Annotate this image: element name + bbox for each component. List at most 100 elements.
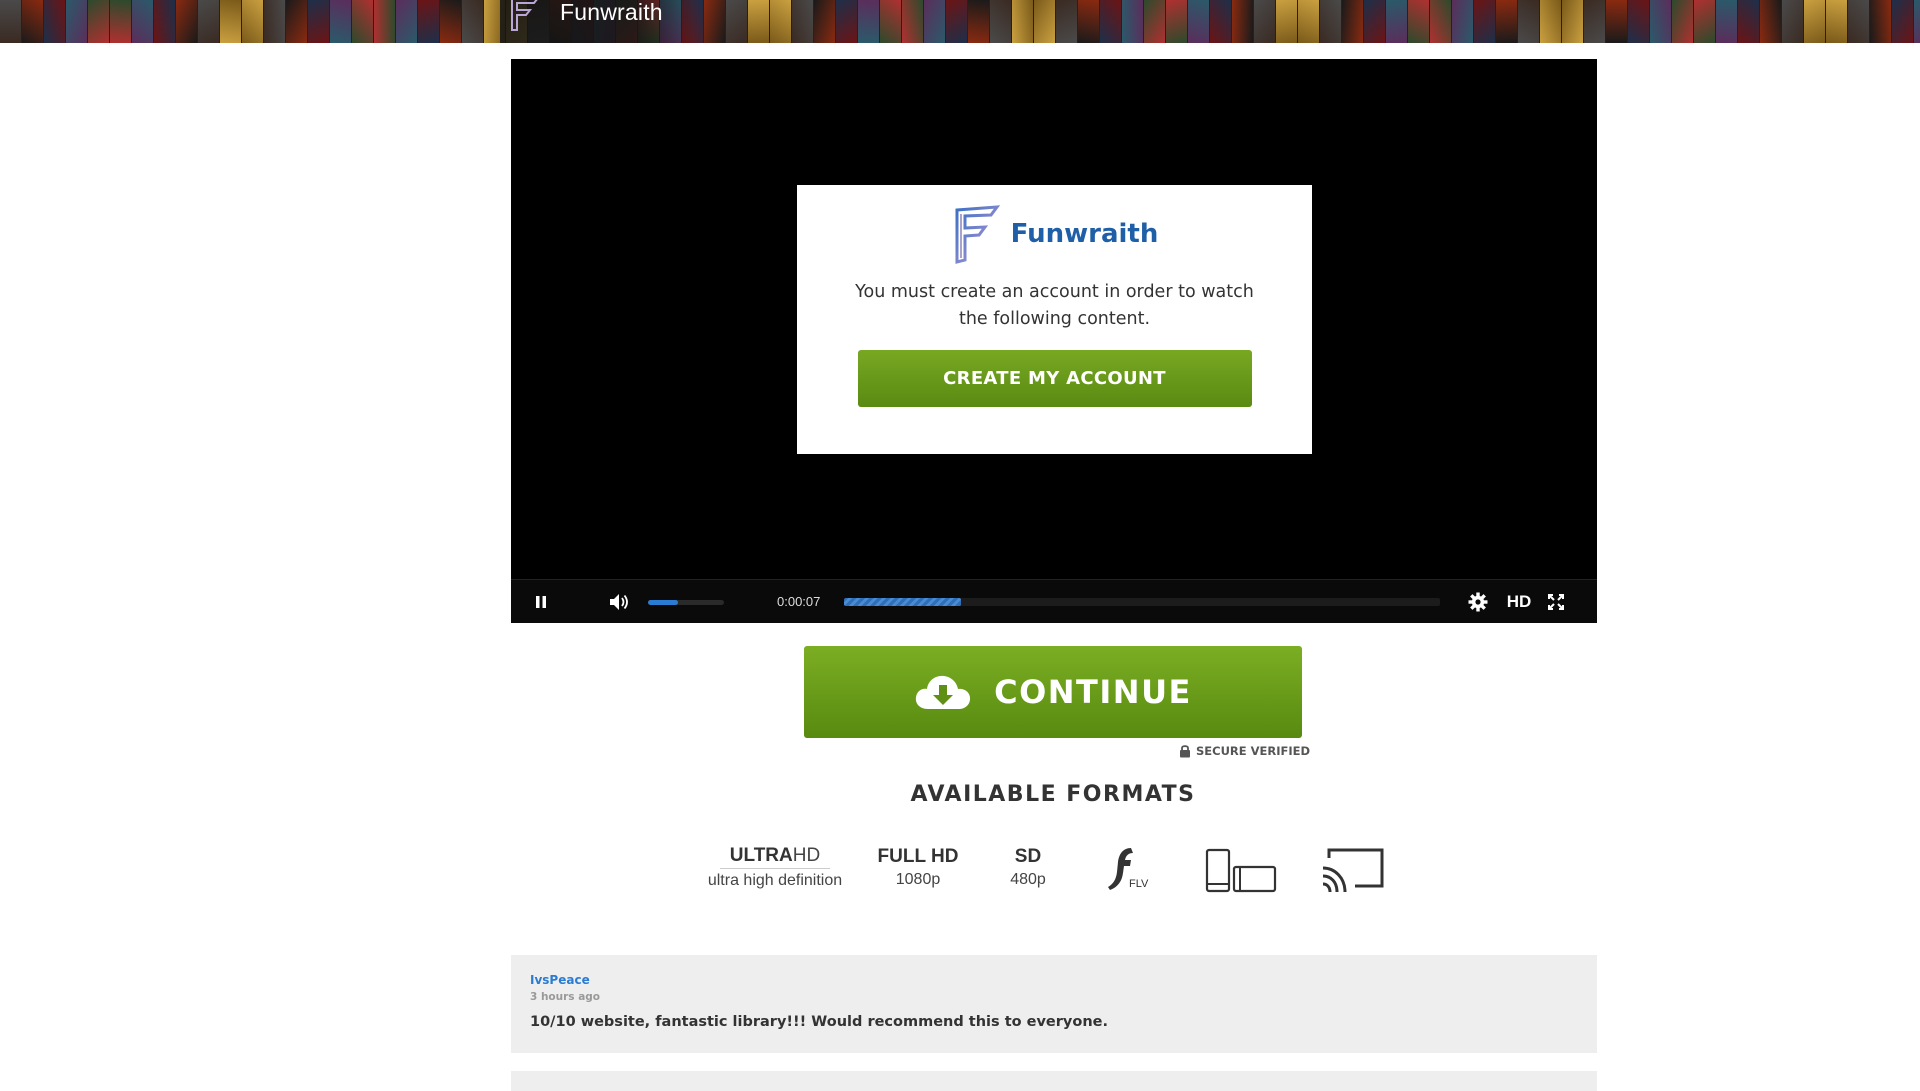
poster-thumbnail — [418, 0, 439, 43]
poster-thumbnail — [1738, 0, 1759, 43]
poster-thumbnail — [1826, 0, 1847, 43]
quality-button[interactable]: HD — [1504, 580, 1534, 624]
poster-thumbnail — [1012, 0, 1033, 43]
volume-button[interactable] — [605, 580, 635, 624]
comment-text: 10/10 website, fantastic library!!! Woul… — [530, 1014, 1108, 1030]
poster-thumbnail — [1144, 0, 1165, 43]
secure-label: SECURE VERIFIED — [1196, 744, 1311, 758]
poster-thumbnail — [1848, 0, 1869, 43]
poster-thumbnail — [858, 0, 879, 43]
create-account-button[interactable]: CREATE MY ACCOUNT — [857, 350, 1252, 407]
uhd-bold: ULTRA — [729, 845, 793, 866]
poster-thumbnail — [1628, 0, 1649, 43]
poster-thumbnail — [1650, 0, 1671, 43]
progress-bar[interactable] — [844, 598, 1440, 606]
poster-thumbnail — [726, 0, 747, 43]
pause-icon — [536, 596, 546, 608]
volume-slider[interactable] — [648, 600, 724, 605]
poster-thumbnail — [1914, 0, 1920, 43]
header-title: Funwraith — [560, 0, 663, 25]
continue-button[interactable]: CONTINUE — [804, 646, 1302, 738]
poster-thumbnail — [748, 0, 769, 43]
poster-thumbnail — [1408, 0, 1429, 43]
settings-button[interactable] — [1465, 580, 1491, 624]
cloud-download-icon — [915, 675, 971, 709]
continue-label: CONTINUE — [994, 673, 1192, 711]
poster-thumbnail — [1430, 0, 1451, 43]
video-player[interactable]: Funwraith You must create an account in … — [511, 59, 1597, 623]
flash-icon: FLV — [1108, 848, 1149, 890]
poster-thumbnail — [1540, 0, 1561, 43]
poster-thumbnail — [1452, 0, 1473, 43]
fullscreen-button[interactable] — [1544, 580, 1568, 624]
poster-thumbnail — [1342, 0, 1363, 43]
poster-thumbnail — [990, 0, 1011, 43]
poster-thumbnail — [462, 0, 483, 43]
fhd-main: FULL HD — [877, 846, 959, 867]
poster-thumbnail — [792, 0, 813, 43]
modal-message: You must create an account in order to w… — [855, 282, 1254, 329]
poster-thumbnail — [1276, 0, 1297, 43]
format-ultrahd: ULTRAHD ultra high definition — [700, 845, 850, 890]
poster-thumbnail — [264, 0, 285, 43]
pause-button[interactable] — [529, 580, 553, 624]
volume-level — [648, 600, 679, 605]
poster-thumbnail — [44, 0, 65, 43]
poster-thumbnail — [902, 0, 923, 43]
fhd-sub: 1080p — [895, 871, 941, 888]
comment: IvsPeace 3 hours ago 10/10 website, fant… — [511, 955, 1597, 1053]
poster-thumbnail — [1562, 0, 1583, 43]
poster-thumbnail — [22, 0, 43, 43]
poster-thumbnail — [352, 0, 373, 43]
modal-brand-name: Funwraith — [1010, 219, 1159, 249]
poster-thumbnail — [1584, 0, 1605, 43]
lock-icon — [1180, 745, 1190, 758]
poster-thumbnail — [1034, 0, 1055, 43]
mobile-tablet-icon — [1205, 848, 1277, 893]
comment-user[interactable]: IvsPeace — [530, 973, 1578, 987]
poster-thumbnail — [814, 0, 835, 43]
comment — [511, 1071, 1597, 1091]
poster-thumbnail — [1298, 0, 1319, 43]
poster-thumbnail — [770, 0, 791, 43]
poster-thumbnail — [1606, 0, 1627, 43]
header-brand[interactable]: Funwraith — [500, 0, 693, 43]
poster-thumbnail — [1716, 0, 1737, 43]
modal-logo: Funwraith — [797, 205, 1312, 264]
poster-thumbnail — [1870, 0, 1891, 43]
gear-icon — [1468, 592, 1488, 612]
poster-thumbnail — [1122, 0, 1143, 43]
poster-thumbnail — [88, 0, 109, 43]
poster-thumbnail — [924, 0, 945, 43]
poster-thumbnail — [1782, 0, 1803, 43]
sd-main: SD — [1014, 846, 1042, 867]
site-header: Funwraith — [0, 0, 1920, 43]
poster-thumbnail — [330, 0, 351, 43]
time-readout: 0:00:07 — [777, 594, 821, 609]
uhd-thin: HD — [792, 845, 821, 866]
poster-thumbnail — [1254, 0, 1275, 43]
poster-thumbnail — [396, 0, 417, 43]
poster-thumbnail — [1474, 0, 1495, 43]
poster-thumbnail — [440, 0, 461, 43]
format-fullhd: FULL HD 1080p — [870, 846, 966, 889]
poster-thumbnail — [220, 0, 241, 43]
poster-thumbnail — [968, 0, 989, 43]
poster-thumbnail — [308, 0, 329, 43]
comment-time: 3 hours ago — [530, 991, 601, 1003]
poster-thumbnail — [1694, 0, 1715, 43]
poster-thumbnail — [836, 0, 857, 43]
sd-sub: 480p — [1010, 871, 1046, 888]
poster-thumbnail — [946, 0, 967, 43]
poster-thumbnail — [176, 0, 197, 43]
poster-thumbnail — [1760, 0, 1781, 43]
format-devices — [1205, 848, 1277, 898]
poster-thumbnail — [1232, 0, 1253, 43]
poster-thumbnail — [0, 0, 21, 43]
poster-thumbnail — [704, 0, 725, 43]
poster-thumbnail — [880, 0, 901, 43]
poster-thumbnail — [154, 0, 175, 43]
poster-thumbnail — [1364, 0, 1385, 43]
funwraith-logo-icon — [955, 205, 1000, 264]
format-flv: FLV — [1105, 846, 1151, 897]
